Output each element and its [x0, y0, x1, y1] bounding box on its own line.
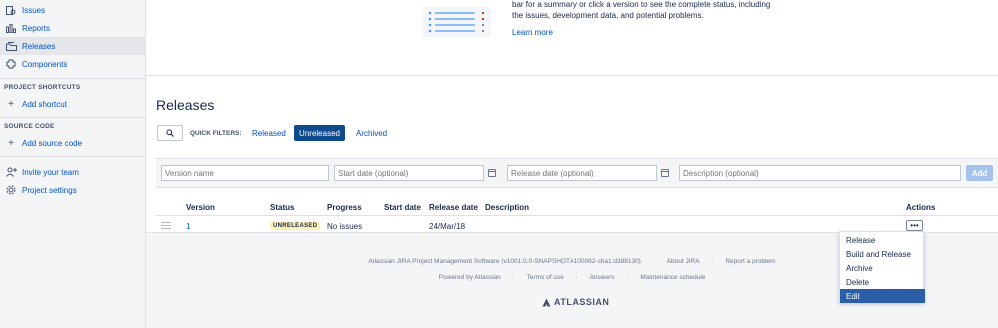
reports-icon: [0, 23, 22, 33]
sidebar-item-label: Components: [22, 59, 68, 69]
column-header-actions: Actions: [906, 203, 936, 212]
column-header-release-date: Release date: [429, 203, 478, 212]
project-settings-label: Project settings: [22, 185, 77, 195]
sidebar-item-issues[interactable]: Issues: [0, 1, 145, 19]
sidebar-item-label: Releases: [22, 41, 56, 51]
report-problem-link[interactable]: Report a problem: [725, 258, 775, 265]
plus-icon: +: [8, 98, 14, 110]
add-source-code-label: Add source code: [22, 138, 83, 148]
invite-team-link[interactable]: Invite your team: [0, 163, 145, 181]
page-title: Releases: [156, 97, 215, 113]
issues-icon: [0, 5, 22, 15]
description-input[interactable]: [679, 165, 961, 181]
atlassian-logo-text: ATLASSIAN: [554, 297, 610, 307]
table-header-divider: [156, 215, 998, 216]
learn-more-link[interactable]: Learn more: [512, 28, 553, 37]
filter-archived[interactable]: Archived: [350, 125, 393, 141]
release-date-cell: 24/Mar/18: [429, 222, 466, 231]
sidebar-divider: [0, 156, 146, 157]
powered-by-text: Powered by Atlassian: [438, 274, 501, 281]
project-sidebar: Issues Reports Releases Components PROJE…: [0, 0, 146, 328]
filter-unreleased[interactable]: Unreleased: [294, 125, 345, 141]
sidebar-divider: [0, 78, 146, 79]
project-settings-link[interactable]: Project settings: [0, 181, 145, 199]
software-version-text: Atlassian JIRA Project Management Softwa…: [368, 258, 641, 265]
atlassian-logo-icon: [542, 298, 551, 306]
invite-team-label: Invite your team: [22, 167, 79, 177]
maintenance-link[interactable]: Maintenance schedule: [640, 274, 705, 281]
footer-separator: ·: [575, 274, 578, 281]
add-source-code-link[interactable]: + Add source code: [0, 134, 145, 152]
progress-text: No issues: [327, 222, 363, 231]
sidebar-divider: [0, 117, 146, 118]
version-name-input[interactable]: [161, 165, 329, 181]
footer-separator: ·: [512, 274, 515, 281]
footer-separator: ·: [626, 274, 629, 281]
footer-separator: ·: [652, 258, 655, 265]
source-code-heading: SOURCE CODE: [4, 123, 55, 130]
menu-item-build-and-release[interactable]: Build and Release: [840, 247, 925, 261]
column-header-status: Status: [270, 203, 295, 212]
menu-item-delete[interactable]: Delete: [840, 275, 925, 289]
add-shortcut-label: Add shortcut: [22, 99, 67, 109]
add-shortcut-link[interactable]: + Add shortcut: [0, 95, 145, 113]
status-badge: UNRELEASED: [270, 222, 321, 230]
drag-handle-icon[interactable]: [161, 222, 171, 229]
menu-item-edit[interactable]: Edit: [840, 289, 925, 303]
column-header-description: Description: [485, 203, 530, 212]
components-icon: [0, 59, 22, 69]
search-icon: [166, 129, 174, 137]
sidebar-item-label: Reports: [22, 23, 51, 33]
sidebar-item-components[interactable]: Components: [0, 55, 145, 73]
start-date-input[interactable]: [334, 165, 484, 181]
atlassian-logo[interactable]: ATLASSIAN: [542, 297, 609, 307]
version-actions-menu: Release Build and Release Archive Delete…: [839, 231, 925, 303]
add-version-button[interactable]: Add: [966, 165, 993, 181]
footer-separator: ·: [711, 258, 714, 265]
add-user-icon: [0, 167, 22, 177]
banner-description: bar for a summary or click a version to …: [512, 0, 771, 20]
sidebar-item-label: Issues: [22, 5, 46, 15]
releases-icon: [0, 41, 22, 51]
filter-released[interactable]: Released: [246, 125, 292, 141]
version-list-illustration: [423, 7, 491, 37]
search-button[interactable]: [157, 125, 183, 141]
sidebar-item-releases[interactable]: Releases: [0, 37, 145, 55]
gear-icon: [0, 185, 22, 195]
answers-link[interactable]: Answers: [590, 274, 615, 281]
menu-item-archive[interactable]: Archive: [840, 261, 925, 275]
calendar-icon[interactable]: [661, 169, 669, 177]
menu-item-release[interactable]: Release: [840, 233, 925, 247]
calendar-icon[interactable]: [488, 169, 496, 177]
column-header-progress: Progress: [327, 203, 362, 212]
version-link[interactable]: 1: [186, 222, 190, 231]
column-header-version: Version: [186, 203, 215, 212]
more-actions-button[interactable]: •••: [906, 220, 923, 231]
project-shortcuts-heading: PROJECT SHORTCUTS: [4, 84, 81, 91]
about-jira-link[interactable]: About JIRA: [667, 258, 700, 265]
column-header-start-date: Start date: [384, 203, 421, 212]
release-date-input[interactable]: [507, 165, 657, 181]
terms-link[interactable]: Terms of use: [527, 274, 564, 281]
plus-icon: +: [8, 137, 14, 149]
sidebar-item-reports[interactable]: Reports: [0, 19, 145, 37]
quick-filters-label: QUICK FILTERS:: [190, 130, 242, 137]
